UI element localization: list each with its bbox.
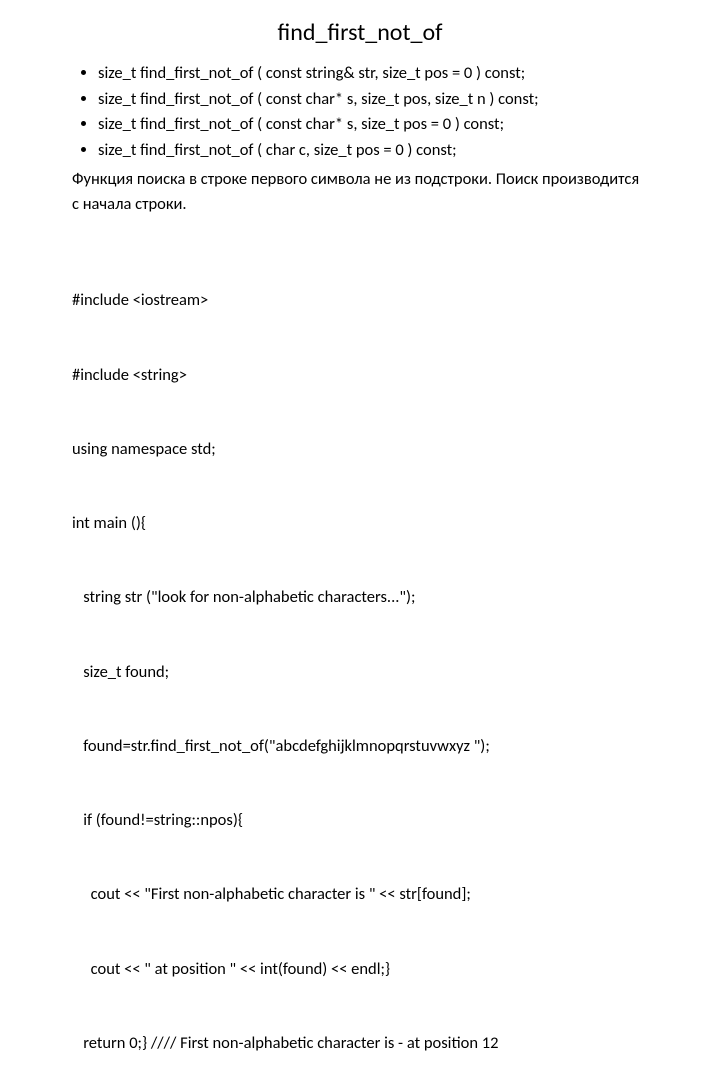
code-line: return 0;} //// First non-alphabetic cha… xyxy=(72,1031,648,1056)
signature-item: size_t find_first_not_of ( const char* s… xyxy=(98,87,648,113)
signature-item: size_t find_first_not_of ( const string&… xyxy=(98,61,648,87)
signature-item: size_t find_first_not_of ( char c, size_… xyxy=(98,138,648,164)
code-line: cout << "First non-alphabetic character … xyxy=(72,882,648,907)
code-line: if (found!=string::npos){ xyxy=(72,808,648,833)
signature-item: size_t find_first_not_of ( const char* s… xyxy=(98,112,648,138)
signature-list: size_t find_first_not_of ( const string&… xyxy=(72,61,648,163)
code-line: int main (){ xyxy=(72,511,648,536)
slide: find_first_not_of size_t find_first_not_… xyxy=(0,0,720,1080)
description-text: Функция поиска в строке первого символа … xyxy=(72,167,648,217)
code-line: using namespace std; xyxy=(72,437,648,462)
code-line: #include <iostream> xyxy=(72,288,648,313)
code-line: #include <string> xyxy=(72,363,648,388)
code-block: #include <iostream> #include <string> us… xyxy=(72,239,648,1080)
code-line: found=str.find_first_not_of("abcdefghijk… xyxy=(72,734,648,759)
code-line: cout << " at position " << int(found) <<… xyxy=(72,957,648,982)
slide-title: find_first_not_of xyxy=(72,18,648,47)
code-line: string str ("look for non-alphabetic cha… xyxy=(72,585,648,610)
code-line: size_t found; xyxy=(72,660,648,685)
